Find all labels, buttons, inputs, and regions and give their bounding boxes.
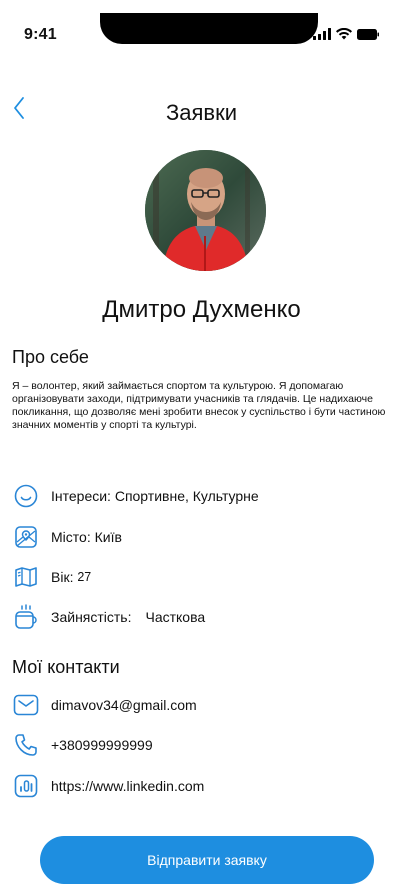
age-value: 27 [77,570,92,584]
avatar [145,150,266,271]
status-icons [313,28,379,40]
email-row[interactable]: dimavov34@gmail.com [12,691,197,719]
linkedin-text[interactable]: https://www.linkedin.com [51,778,204,794]
smile-icon [12,482,40,510]
status-time: 9:41 [24,26,57,43]
submit-application-button[interactable]: Відправити заявку [40,836,374,884]
profile-name: Дмитро Духменко [102,296,301,323]
city-row: Місто: Київ [12,523,122,551]
contacts-section-title: Мої контакти [12,657,120,677]
employment-value: Часткова [145,609,206,625]
employment-label: Зайнястість: [51,609,132,625]
phone-icon [12,731,40,759]
coffee-cup-icon [12,603,40,631]
chart-bars-icon [12,772,40,800]
age-label: Вік: [51,569,74,585]
signal-icon [313,28,331,40]
battery-icon [357,28,379,40]
city-text: Місто: Київ [51,529,122,545]
phone-text[interactable]: +380999999999 [51,737,153,753]
interests-row: Інтереси: Спортивне, Культурне [12,482,259,510]
book-icon [12,563,40,591]
device-notch [100,13,318,44]
page-title: Заявки [165,100,238,125]
linkedin-row[interactable]: https://www.linkedin.com [12,772,204,800]
phone-row[interactable]: +380999999999 [12,731,153,759]
map-location-icon [12,523,40,551]
age-row: Вік: 27 [12,563,91,591]
employment-row: Зайнястість: Часткова [12,603,205,631]
avatar-photo [145,150,266,271]
mail-icon [12,691,40,719]
about-text: Я – волонтер, який займається спортом та… [12,380,386,431]
interests-text: Інтереси: Спортивне, Культурне [51,488,259,504]
email-text[interactable]: dimavov34@gmail.com [51,697,197,713]
about-section-title: Про себе [12,347,89,367]
wifi-icon [336,28,352,40]
